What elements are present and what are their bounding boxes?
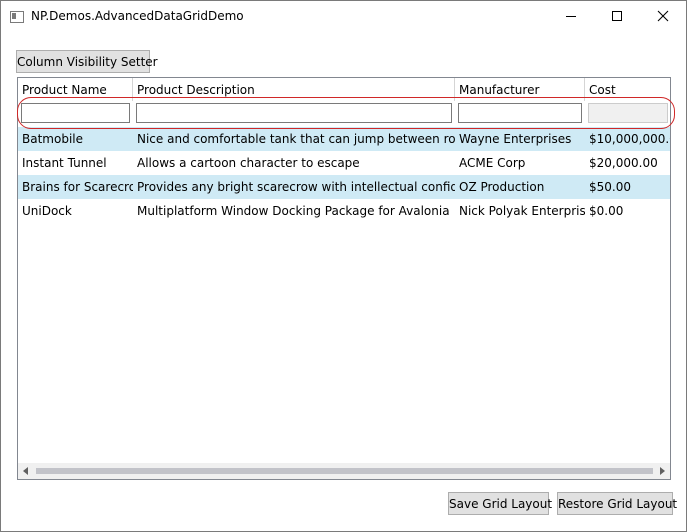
manufacturer-cell: Wayne Enterprises	[459, 132, 572, 146]
product-name-cell: Batmobile	[22, 132, 83, 146]
minimize-icon	[566, 16, 576, 17]
cost-cell: $0.00	[589, 204, 624, 218]
scroll-left-icon[interactable]	[22, 467, 30, 475]
horizontal-scrollbar[interactable]	[18, 463, 670, 479]
table-row[interactable]: UniDock Multiplatform Window Docking Pac…	[18, 199, 670, 223]
cost-cell: $50.00	[589, 180, 631, 194]
manufacturer-cell: Nick Polyak Enterprises	[459, 204, 585, 218]
table-row[interactable]: Brains for Scarecrow Provides any bright…	[18, 175, 670, 199]
title-bar[interactable]: NP.Demos.AdvancedDataGridDemo	[1, 1, 686, 32]
manufacturer-cell: OZ Production	[459, 180, 545, 194]
column-header-cost[interactable]: Cost	[585, 78, 670, 101]
product-description-filter-input[interactable]	[136, 103, 452, 123]
window-title: NP.Demos.AdvancedDataGridDemo	[31, 9, 244, 23]
product-name-filter-input[interactable]	[21, 103, 130, 123]
app-window: NP.Demos.AdvancedDataGridDemo Column Vis…	[0, 0, 687, 532]
filter-row	[18, 101, 670, 127]
cost-cell: $10,000,000.00	[589, 132, 670, 146]
product-description-cell: Allows a cartoon character to escape	[137, 156, 360, 170]
column-header-manufacturer[interactable]: Manufacturer	[455, 78, 585, 101]
column-header-product-description[interactable]: Product Description	[133, 78, 455, 101]
product-name-cell: Brains for Scarecrow	[22, 180, 133, 194]
maximize-button[interactable]	[594, 1, 640, 32]
cost-filter-input[interactable]	[588, 103, 668, 123]
product-description-cell: Provides any bright scarecrow with intel…	[137, 180, 455, 194]
scrollbar-thumb[interactable]	[36, 468, 653, 474]
product-description-cell: Nice and comfortable tank that can jump …	[137, 132, 455, 146]
manufacturer-filter-input[interactable]	[458, 103, 582, 123]
save-grid-layout-button[interactable]: Save Grid Layout	[448, 492, 552, 515]
table-row[interactable]: Batmobile Nice and comfortable tank that…	[18, 127, 670, 151]
manufacturer-cell: ACME Corp	[459, 156, 526, 170]
product-description-cell: Multiplatform Window Docking Package for…	[137, 204, 450, 218]
maximize-icon	[612, 11, 622, 21]
column-visibility-setter-button[interactable]: Column Visibility Setter	[16, 50, 158, 73]
product-name-cell: Instant Tunnel	[22, 156, 107, 170]
cost-cell: $20,000.00	[589, 156, 658, 170]
app-icon	[10, 11, 24, 23]
product-name-cell: UniDock	[22, 204, 72, 218]
scroll-right-icon[interactable]	[658, 467, 666, 475]
minimize-button[interactable]	[548, 1, 594, 32]
table-row[interactable]: Instant Tunnel Allows a cartoon characte…	[18, 151, 670, 175]
close-button[interactable]	[640, 1, 686, 32]
restore-grid-layout-button[interactable]: Restore Grid Layout	[557, 492, 677, 515]
column-header-product-name[interactable]: Product Name	[18, 78, 133, 101]
data-grid: Product Name Product Description Manufac…	[17, 77, 671, 480]
close-icon	[657, 10, 669, 22]
